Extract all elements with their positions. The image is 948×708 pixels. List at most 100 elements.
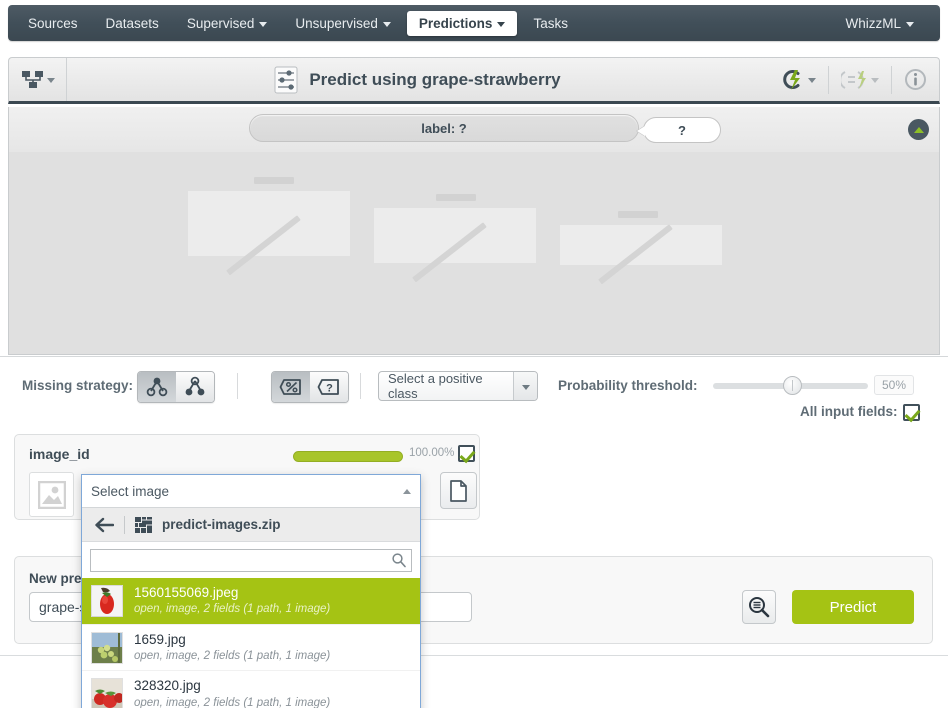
dropdown-list-item[interactable]: 1560155069.jpeg open, image, 2 fields (1… <box>82 578 420 625</box>
item-title: 1659.jpg <box>134 631 186 647</box>
nav-label: Supervised <box>186 15 255 31</box>
all-input-fields-checkbox[interactable] <box>903 404 920 421</box>
chevron-down-icon <box>513 372 537 400</box>
page-title: Predict using grape-strawberry <box>309 69 561 89</box>
predict-button[interactable]: Predict <box>792 590 914 624</box>
title-area: Predict using grape-strawberry <box>67 66 768 94</box>
divider <box>124 515 125 534</box>
nav-label: WhizzML <box>845 15 901 31</box>
missing-strategy-last-prediction-button[interactable] <box>138 372 176 402</box>
prediction-value-bubble[interactable]: ? <box>643 117 721 143</box>
item-subtitle: open, image, 2 fields (1 path, 1 image) <box>134 696 331 708</box>
divider <box>237 373 238 399</box>
title-bar-actions <box>768 58 939 101</box>
chevron-down-icon <box>259 21 268 27</box>
tree-model-icon <box>21 70 43 88</box>
info-icon <box>905 69 926 90</box>
slider-handle[interactable] <box>783 376 802 395</box>
browse-source-button[interactable] <box>440 472 477 509</box>
missing-strategy-label: Missing strategy: <box>22 378 134 393</box>
placeholder-node <box>188 177 350 276</box>
flash-action-icon <box>783 70 800 90</box>
nav-label: Sources <box>28 15 78 31</box>
dropdown-search-input[interactable] <box>90 549 412 572</box>
prediction-label-pill[interactable]: label: ? <box>249 114 639 142</box>
probability-threshold-value: 50% <box>874 375 915 395</box>
document-icon <box>450 479 467 502</box>
item-title: 328320.jpg <box>134 678 201 694</box>
flash-action-button[interactable] <box>768 58 828 101</box>
dropdown-list-item[interactable]: 328320.jpg open, image, 2 fields (1 path… <box>82 671 420 708</box>
chevron-down-icon <box>808 78 816 83</box>
nav-label: Tasks <box>533 15 568 31</box>
field-name: image_id <box>29 446 90 462</box>
item-subtitle: open, image, 2 fields (1 path, 1 image) <box>134 603 331 616</box>
nav-label: Datasets <box>105 15 159 31</box>
field-enabled-checkbox[interactable] <box>458 445 475 462</box>
collapse-panel-button[interactable] <box>908 119 929 140</box>
composite-image-icon <box>135 516 152 533</box>
nav-item-whizzml[interactable]: WhizzML <box>833 11 926 36</box>
missing-strategy-proportional-button[interactable] <box>176 372 214 402</box>
back-arrow-icon[interactable] <box>94 517 114 533</box>
item-text: 1560155069.jpeg open, image, 2 fields (1… <box>134 584 330 618</box>
show-question-button[interactable]: ? <box>310 372 348 402</box>
positive-class-value: Select a positive class <box>388 371 483 401</box>
item-text: 1659.jpg open, image, 2 fields (1 path, … <box>134 631 330 665</box>
image-placeholder-icon <box>37 480 66 509</box>
chevron-down-icon <box>906 21 914 27</box>
nav-item-datasets[interactable]: Datasets <box>94 11 171 36</box>
collapse-up-icon <box>913 126 924 133</box>
last-prediction-icon <box>146 377 168 397</box>
prediction-sliders-icon <box>274 66 298 93</box>
nav-item-supervised[interactable]: Supervised <box>175 11 280 36</box>
probability-threshold-slider[interactable] <box>713 376 868 395</box>
preview-prediction-button[interactable] <box>742 590 776 624</box>
chevron-down-icon <box>46 78 55 83</box>
field-importance-bar <box>293 451 403 462</box>
prediction-summary-bar: label: ? ? <box>8 107 940 152</box>
chevron-down-icon <box>871 78 879 83</box>
dropdown-breadcrumb: predict-images.zip <box>82 508 420 542</box>
prediction-path-placeholder <box>8 152 940 355</box>
preview-search-icon <box>749 597 770 618</box>
missing-strategy-toggle-group <box>137 371 215 403</box>
dropdown-list-item[interactable]: 1659.jpg open, image, 2 fields (1 path, … <box>82 625 420 672</box>
nav-item-unsupervised[interactable]: Unsupervised <box>283 11 403 36</box>
model-type-selector[interactable] <box>9 58 67 101</box>
placeholder-node <box>560 211 722 285</box>
percentage-icon <box>279 378 301 395</box>
placeholder-caption <box>436 194 476 201</box>
image-select-dropdown: Select image predict-images.zip 15601550… <box>81 474 421 708</box>
positive-class-select[interactable]: Select a positive class <box>378 371 538 401</box>
svg-text:?: ? <box>326 382 333 394</box>
question-icon: ? <box>317 378 339 395</box>
probability-threshold-label: Probability threshold: <box>558 378 698 393</box>
output-format-toggle-group: ? <box>271 371 349 403</box>
batch-prediction-button[interactable] <box>829 58 891 101</box>
placeholder-caption <box>618 211 658 218</box>
chevron-up-icon <box>403 488 411 494</box>
nav-label: Predictions <box>418 15 493 31</box>
image-select-trigger[interactable]: Select image <box>82 475 420 508</box>
nav-item-tasks[interactable]: Tasks <box>521 11 580 36</box>
placeholder-box <box>188 191 350 256</box>
placeholder-caption <box>254 177 294 184</box>
nav-item-sources[interactable]: Sources <box>16 11 90 36</box>
image-preview <box>29 472 74 517</box>
chevron-down-icon <box>497 21 506 27</box>
field-importance-value: 100.00% <box>409 447 455 459</box>
info-button[interactable] <box>892 58 939 101</box>
nav-item-predictions[interactable]: Predictions <box>406 10 518 36</box>
batch-prediction-icon <box>841 70 866 89</box>
proportional-icon <box>185 376 205 396</box>
chevron-down-icon <box>382 21 391 27</box>
prediction-options-bar: Missing strategy: ? Select a positive cl… <box>0 356 948 426</box>
show-percentage-button[interactable] <box>272 372 310 402</box>
image-select-value: Select image <box>91 483 170 499</box>
item-thumbnail <box>91 631 123 664</box>
top-navigation-bar: Sources Datasets Supervised Unsupervised… <box>8 5 940 41</box>
item-thumbnail <box>91 678 123 708</box>
placeholder-box <box>374 208 536 263</box>
divider <box>360 373 361 399</box>
